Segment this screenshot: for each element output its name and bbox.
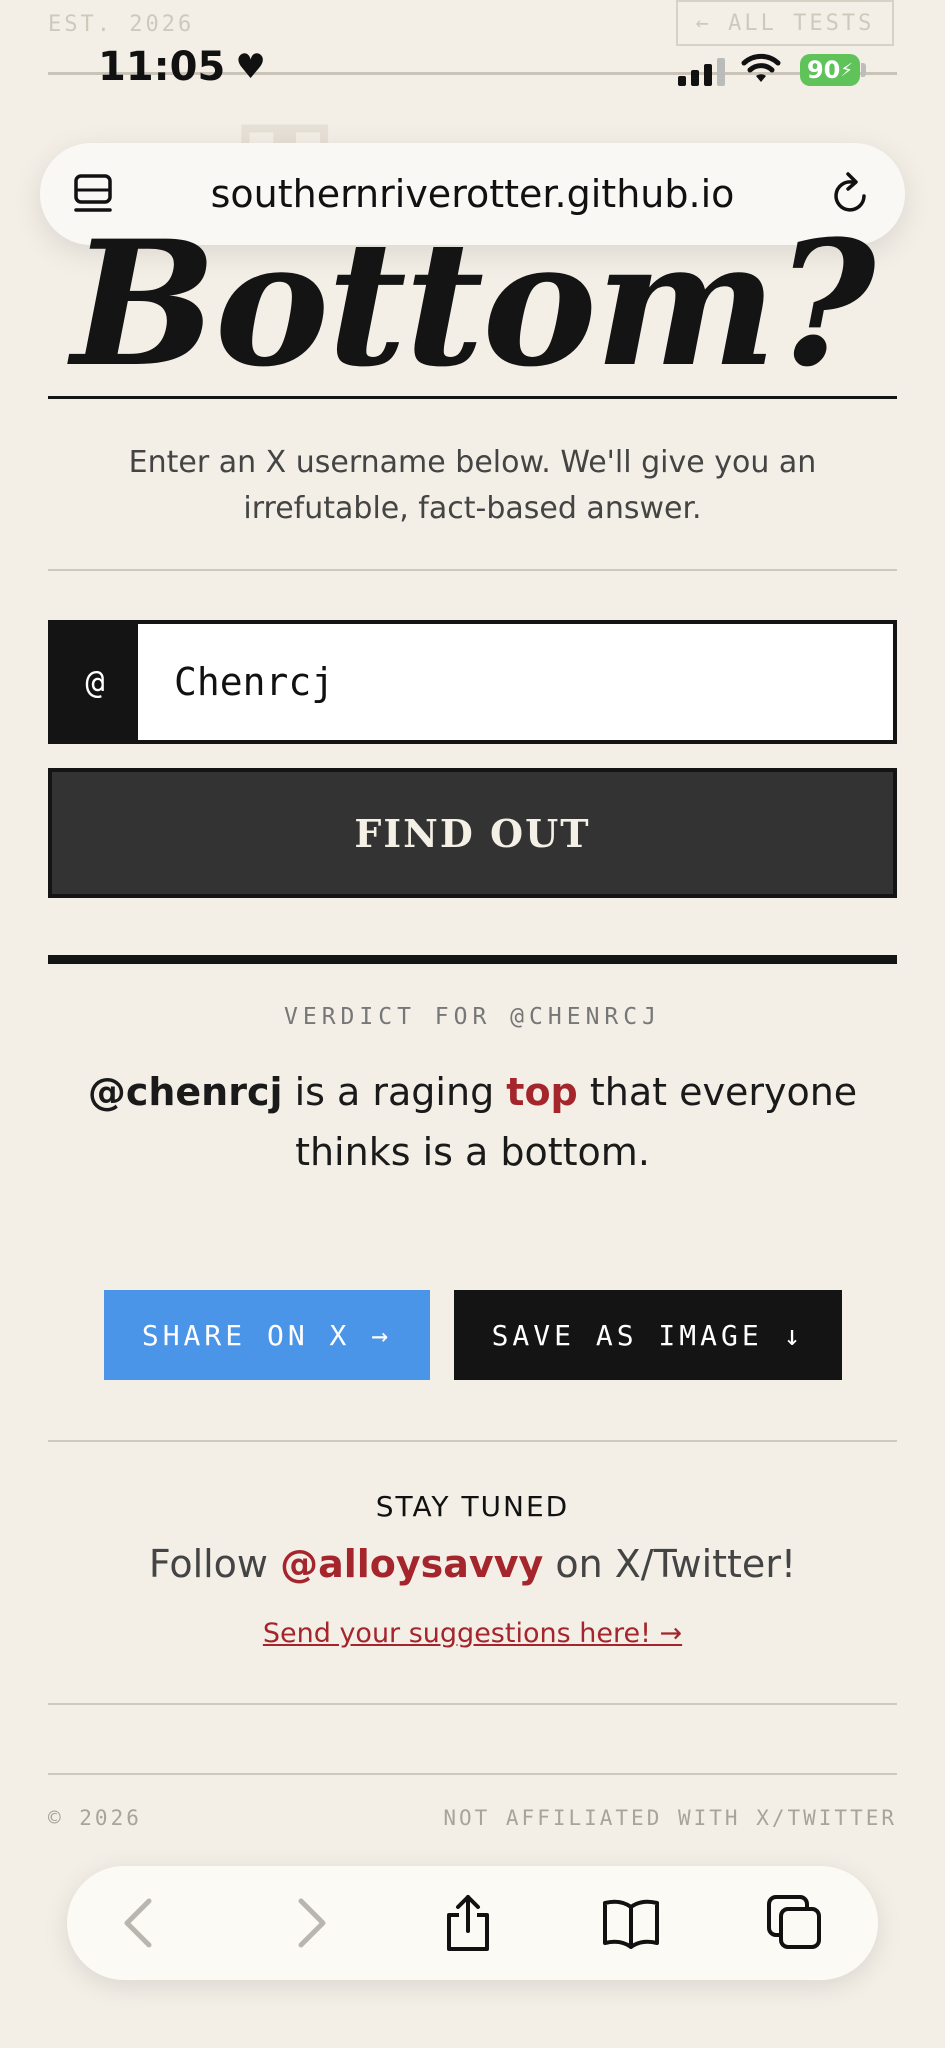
verdict-keyword: top	[506, 1070, 578, 1114]
heart-icon: ♥	[235, 47, 266, 87]
status-time: 11:05 ♥	[98, 44, 266, 90]
intro-text: Enter an X username below. We'll give yo…	[128, 445, 817, 526]
battery-nub	[861, 63, 866, 77]
forward-arrow-icon[interactable]	[279, 1893, 339, 1953]
verdict-text: @chenrcj is a raging top that everyone t…	[50, 1062, 895, 1182]
suggestions-link[interactable]: Send your suggestions here! →	[263, 1618, 682, 1649]
title-divider	[48, 396, 897, 399]
suggestions-link-wrap: Send your suggestions here! →	[0, 1618, 945, 1649]
save-as-image-button[interactable]: SAVE AS IMAGE ↓	[454, 1290, 842, 1380]
battery-icon: 90 ⚡	[800, 54, 860, 86]
copyright-text: © 2026	[48, 1806, 142, 1830]
est-label: EST. 2026	[48, 12, 195, 37]
footer-divider-1	[48, 1703, 897, 1705]
at-prefix: @	[52, 624, 138, 740]
share-icon[interactable]	[438, 1893, 498, 1953]
verdict-part-1: is a raging	[282, 1070, 507, 1114]
tabs-overview-icon[interactable]	[765, 1893, 825, 1953]
signal-icon	[678, 58, 725, 86]
wifi-icon	[741, 53, 781, 82]
all-tests-link[interactable]: ← ALL TESTS	[676, 0, 894, 46]
find-out-button[interactable]: FIND OUT	[48, 768, 897, 898]
verdict-label: VERDICT FOR @CHENRCJ	[284, 1004, 661, 1030]
time-text: 11:05	[98, 44, 226, 90]
result-divider	[48, 955, 897, 964]
disclaimer-text: NOT AFFILIATED WITH X/TWITTER	[443, 1806, 897, 1830]
follow-handle-link[interactable]: @alloysavvy	[280, 1542, 543, 1586]
username-input[interactable]: Chenrcj	[138, 624, 893, 740]
follow-prefix: Follow	[148, 1542, 281, 1586]
follow-divider	[48, 1440, 897, 1442]
follow-suffix: on X/Twitter!	[543, 1542, 797, 1586]
back-arrow-icon[interactable]	[111, 1893, 171, 1953]
stay-tuned-heading: STAY TUNED	[375, 1490, 570, 1523]
share-on-x-button[interactable]: SHARE ON X →	[104, 1290, 430, 1380]
bookmarks-icon[interactable]	[601, 1893, 661, 1953]
footer-divider-2	[48, 1773, 897, 1775]
verdict-handle: @chenrcj	[87, 1070, 283, 1114]
page-title: Bottom?	[71, 202, 876, 405]
intro-divider	[48, 569, 897, 571]
battery-level: 90	[806, 56, 841, 84]
username-field[interactable]: @ Chenrcj	[48, 620, 897, 744]
follow-text: Follow @alloysavvy on X/Twitter!	[0, 1542, 945, 1586]
